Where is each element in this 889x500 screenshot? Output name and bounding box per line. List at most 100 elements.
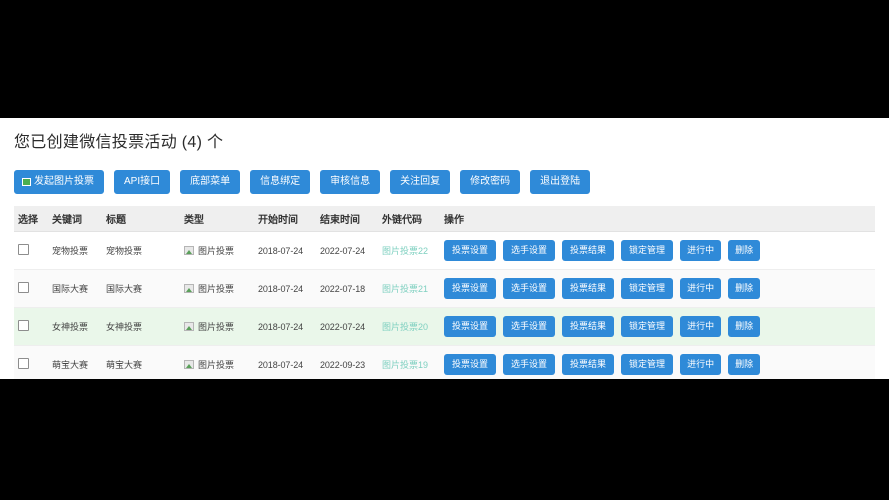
toolbar-button-label: 关注回复 [400,176,441,187]
column-header-2: 标题 [102,206,180,232]
cell-external-link: 图片投票21 [378,269,440,308]
toolbar-button-7[interactable]: 退出登陆 [530,170,591,194]
action-button-1[interactable]: 选手设置 [503,240,556,261]
action-button-3[interactable]: 锁定管理 [621,278,674,299]
toolbar-button-label: 发起图片投票 [34,176,94,187]
table-row: 国际大赛 国际大赛 图片投票 2018-07-24 2022-07-18 图片投票21 投票… [14,269,875,308]
toolbar-button-label: API接口 [124,176,161,187]
toolbar-button-4[interactable]: 审核信息 [320,170,381,194]
cell-external-link: 图片投票19 [378,345,440,379]
action-button-1[interactable]: 选手设置 [503,278,556,299]
vote-admin-page: 您已创建微信投票活动 (4) 个 发起图片投票 API接口 底部菜单 信息绑定 审核信息… [0,118,889,379]
cell-start-time: 2018-07-24 [254,231,316,270]
toolbar-button-1[interactable]: API接口 [114,170,171,194]
external-link[interactable]: 图片投票20 [382,322,428,332]
table-header-row: 选择 关键词 标题 类型 开始时间 结束时间 外链代码 操作 [14,206,875,232]
row-checkbox[interactable] [18,282,29,293]
action-button-1[interactable]: 选手设置 [503,316,556,337]
toolbar-button-label: 信息绑定 [260,176,301,187]
cell-end-time: 2022-07-18 [316,269,378,308]
toolbar-button-6[interactable]: 修改密码 [460,170,521,194]
cell-external-link: 图片投票22 [378,231,440,270]
cell-type: 图片投票 [180,345,254,379]
action-button-5[interactable]: 删除 [728,240,761,261]
column-header-0: 选择 [14,206,48,232]
action-button-5[interactable]: 删除 [728,278,761,299]
cell-type-label: 图片投票 [198,322,235,332]
cell-keyword: 国际大赛 [48,269,102,308]
action-button-2[interactable]: 投票结果 [562,316,615,337]
cell-actions: 投票设置 选手设置 投票结果 锁定管理 进行中 删除 [440,307,875,346]
action-button-2[interactable]: 投票结果 [562,354,615,375]
letterbox-top [0,0,889,118]
toolbar-button-2[interactable]: 底部菜单 [180,170,241,194]
action-button-0[interactable]: 投票设置 [444,354,497,375]
row-select-cell [14,307,48,346]
table-header: 选择 关键词 标题 类型 开始时间 结束时间 外链代码 操作 [14,206,875,232]
action-button-4[interactable]: 进行中 [680,316,722,337]
image-icon [184,246,194,255]
action-button-4[interactable]: 进行中 [680,278,722,299]
screen: 您已创建微信投票活动 (4) 个 发起图片投票 API接口 底部菜单 信息绑定 审核信息… [0,0,889,500]
action-button-2[interactable]: 投票结果 [562,278,615,299]
external-link[interactable]: 图片投票19 [382,360,428,370]
cell-end-time: 2022-09-23 [316,345,378,379]
cell-type-label: 图片投票 [198,360,235,370]
action-button-group: 投票设置 选手设置 投票结果 锁定管理 进行中 删除 [444,354,871,375]
row-select-cell [14,345,48,379]
action-button-3[interactable]: 锁定管理 [621,316,674,337]
row-select-cell [14,231,48,270]
column-header-4: 开始时间 [254,206,316,232]
external-link[interactable]: 图片投票21 [382,284,428,294]
letterbox-bottom [0,379,889,500]
column-header-6: 外链代码 [378,206,440,232]
action-button-2[interactable]: 投票结果 [562,240,615,261]
cell-type: 图片投票 [180,231,254,270]
action-button-5[interactable]: 删除 [728,354,761,375]
action-button-1[interactable]: 选手设置 [503,354,556,375]
cell-start-time: 2018-07-24 [254,345,316,379]
toolbar-button-5[interactable]: 关注回复 [390,170,451,194]
cell-type-label: 图片投票 [198,284,235,294]
row-select-cell [14,269,48,308]
action-button-4[interactable]: 进行中 [680,240,722,261]
column-header-5: 结束时间 [316,206,378,232]
cell-actions: 投票设置 选手设置 投票结果 锁定管理 进行中 删除 [440,269,875,308]
toolbar-button-3[interactable]: 信息绑定 [250,170,311,194]
action-button-0[interactable]: 投票设置 [444,278,497,299]
action-button-group: 投票设置 选手设置 投票结果 锁定管理 进行中 删除 [444,240,871,261]
row-checkbox[interactable] [18,358,29,369]
toolbar: 发起图片投票 API接口 底部菜单 信息绑定 审核信息 关注回复 修改密码 退出登陆 [14,170,889,194]
column-header-7: 操作 [440,206,875,232]
row-checkbox[interactable] [18,320,29,331]
page-title: 您已创建微信投票活动 (4) 个 [14,134,224,151]
toolbar-button-label: 底部菜单 [190,176,231,187]
image-icon [184,284,194,293]
action-button-3[interactable]: 锁定管理 [621,240,674,261]
cell-start-time: 2018-07-24 [254,269,316,308]
cell-end-time: 2022-07-24 [316,231,378,270]
cell-type: 图片投票 [180,269,254,308]
external-link[interactable]: 图片投票22 [382,246,428,256]
column-header-3: 类型 [180,206,254,232]
action-button-5[interactable]: 删除 [728,316,761,337]
cell-keyword: 萌宝大赛 [48,345,102,379]
vote-table: 选择 关键词 标题 类型 开始时间 结束时间 外链代码 操作 宠物投票 宠物投票 图片投票 2018… [14,206,875,379]
table-row: 萌宝大赛 萌宝大赛 图片投票 2018-07-24 2022-09-23 图片投票19 投票… [14,345,875,379]
action-button-group: 投票设置 选手设置 投票结果 锁定管理 进行中 删除 [444,278,871,299]
action-button-0[interactable]: 投票设置 [444,316,497,337]
toolbar-button-0[interactable]: 发起图片投票 [14,170,104,194]
row-checkbox[interactable] [18,244,29,255]
image-icon [184,360,194,369]
vote-table-container: 选择 关键词 标题 类型 开始时间 结束时间 外链代码 操作 宠物投票 宠物投票 图片投票 2018… [14,206,875,379]
column-header-1: 关键词 [48,206,102,232]
action-button-4[interactable]: 进行中 [680,354,722,375]
action-button-3[interactable]: 锁定管理 [621,354,674,375]
action-button-0[interactable]: 投票设置 [444,240,497,261]
toolbar-button-label: 审核信息 [330,176,371,187]
cell-title: 女神投票 [102,307,180,346]
cell-title: 宠物投票 [102,231,180,270]
cell-actions: 投票设置 选手设置 投票结果 锁定管理 进行中 删除 [440,345,875,379]
cell-actions: 投票设置 选手设置 投票结果 锁定管理 进行中 删除 [440,231,875,270]
cell-type: 图片投票 [180,307,254,346]
